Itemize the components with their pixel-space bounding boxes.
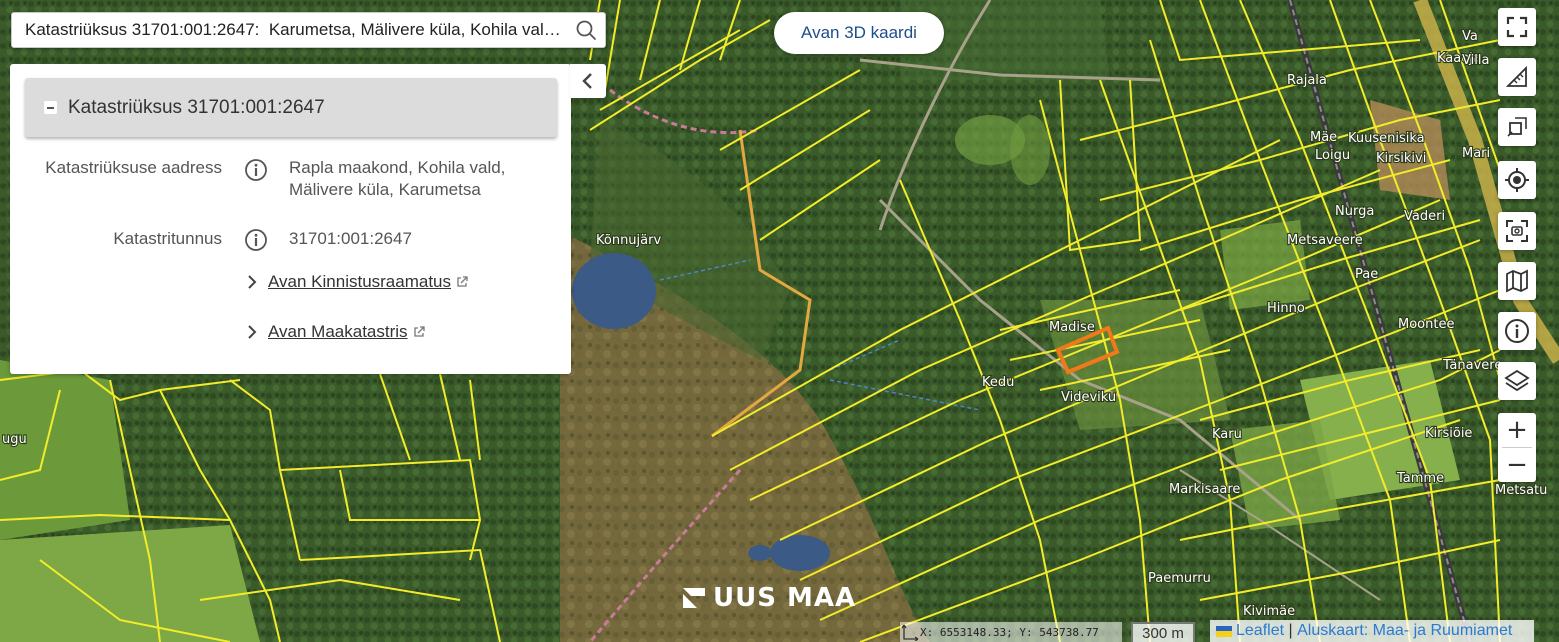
info-icon[interactable] bbox=[244, 228, 268, 252]
map-label-mari: Mari bbox=[1462, 146, 1490, 161]
map-label-kirsioie: Kirsiõie bbox=[1425, 426, 1472, 441]
kinnistusraamat-link[interactable]: Avan Kinnistusraamatus bbox=[246, 272, 468, 292]
measure-distance-button[interactable] bbox=[1498, 58, 1536, 96]
zoom-control: + − bbox=[1498, 413, 1536, 482]
chevron-right-icon bbox=[248, 325, 257, 339]
map-label-paemurru: Paemurru bbox=[1148, 571, 1211, 586]
info-icon[interactable] bbox=[244, 158, 268, 182]
logo-mark-icon bbox=[683, 588, 705, 608]
map-label-ugu: ugu bbox=[2, 432, 27, 447]
map-label-videviku: Videviku bbox=[1061, 390, 1116, 405]
scale-bar: 300 m bbox=[1131, 622, 1195, 642]
logo-text: UUS MAA bbox=[713, 583, 857, 613]
map-label-markisaare: Markisaare bbox=[1169, 482, 1240, 497]
screenshot-button[interactable] bbox=[1498, 212, 1536, 250]
layers-button[interactable] bbox=[1498, 362, 1536, 400]
map-label-kuusenisika: Kuusenisika bbox=[1348, 131, 1425, 146]
map-label-hinno: Hinno bbox=[1267, 301, 1305, 316]
ukraine-flag-icon bbox=[1216, 625, 1232, 637]
map-label-metsatu: Metsatu bbox=[1495, 483, 1547, 498]
open-3d-map-button[interactable]: Avan 3D kaardi bbox=[774, 12, 944, 54]
map-label-tamme: Tamme bbox=[1396, 471, 1444, 486]
map-label-madise: Madise bbox=[1049, 320, 1095, 335]
map-label-karu: Karu bbox=[1212, 427, 1242, 442]
map-label-konnujarv: Kõnnujärv bbox=[596, 233, 661, 248]
layers-icon bbox=[1504, 369, 1530, 392]
crosshair-icon bbox=[901, 624, 919, 641]
map-label-tanavere: Tänavere bbox=[1442, 358, 1502, 373]
coordinate-readout: X: 6553148.33; Y: 543738.77 bbox=[900, 622, 1122, 642]
locate-button[interactable] bbox=[1498, 161, 1536, 199]
collapse-minus-icon[interactable] bbox=[44, 101, 57, 114]
zoom-in-button[interactable]: + bbox=[1498, 413, 1536, 447]
external-link-icon bbox=[457, 276, 468, 287]
search-box bbox=[11, 12, 606, 48]
map-label-rajala: Rajala bbox=[1287, 73, 1327, 88]
chevron-right-icon bbox=[248, 275, 257, 289]
measure-area-button[interactable] bbox=[1498, 108, 1536, 146]
panel-title: Katastriüksus 31701:001:2647 bbox=[68, 96, 325, 118]
map-label-loigu: Loigu bbox=[1315, 148, 1350, 163]
measure-icon bbox=[1506, 66, 1527, 87]
leaflet-link[interactable]: Leaflet bbox=[1236, 622, 1284, 640]
search-icon[interactable] bbox=[575, 19, 597, 41]
map-label-vaderi: Vaderi bbox=[1404, 209, 1445, 224]
map-attribution: Leaflet | Aluskaart: Maa- ja Ruumiamet bbox=[1210, 620, 1534, 642]
map-label-metsaveere: Metsaveere bbox=[1287, 233, 1363, 248]
map-label-kedu: Kedu bbox=[982, 375, 1014, 390]
map-label-villa: Villa bbox=[1462, 53, 1489, 68]
screenshot-icon bbox=[1506, 220, 1528, 242]
map-label-kirsikivi: Kirsikivi bbox=[1376, 151, 1426, 166]
address-value-line2: Mälivere küla, Karumetsa bbox=[289, 180, 481, 199]
fullscreen-button[interactable] bbox=[1498, 8, 1536, 46]
info-icon bbox=[1505, 319, 1529, 343]
map-icon bbox=[1506, 269, 1528, 293]
basemap-button[interactable] bbox=[1498, 262, 1536, 300]
cadastral-id-value: 31701:001:2647 bbox=[289, 229, 412, 248]
uus-maa-logo: UUS MAA bbox=[683, 583, 856, 613]
locate-icon bbox=[1505, 168, 1529, 192]
address-label: Katastriüksuse aadress bbox=[45, 158, 222, 177]
map-label-pae: Pae bbox=[1355, 267, 1378, 282]
info-panel: Katastriüksus 31701:001:2647 Katastriüks… bbox=[10, 64, 571, 374]
maakataster-link[interactable]: Avan Maakatastris bbox=[246, 322, 425, 342]
cadastral-id-label: Katastritunnus bbox=[113, 229, 222, 248]
map-label-moontee: Moontee bbox=[1398, 317, 1454, 332]
panel-collapse-button[interactable] bbox=[570, 64, 606, 98]
info-button[interactable] bbox=[1498, 312, 1536, 350]
panel-header[interactable]: Katastriüksus 31701:001:2647 bbox=[25, 78, 557, 137]
chevron-left-icon bbox=[582, 73, 592, 89]
address-value-line1: Rapla maakond, Kohila vald, bbox=[289, 158, 506, 177]
zoom-out-button[interactable]: − bbox=[1498, 448, 1536, 482]
external-link-icon bbox=[413, 326, 425, 337]
maakataster-link-label[interactable]: Avan Maakatastris bbox=[268, 322, 408, 342]
kinnistusraamat-link-label[interactable]: Avan Kinnistusraamatus bbox=[268, 272, 451, 292]
map-label-kivimae: Kivimäe bbox=[1243, 604, 1295, 619]
basemap-source-link[interactable]: Aluskaart: Maa- ja Ruumiamet bbox=[1297, 622, 1512, 640]
search-input[interactable] bbox=[12, 13, 567, 47]
map-label-mae: Mäe bbox=[1310, 130, 1337, 145]
map-label-va: Va bbox=[1462, 29, 1478, 44]
address-value: Rapla maakond, Kohila vald, Mälivere kül… bbox=[289, 157, 505, 201]
fullscreen-icon bbox=[1506, 16, 1528, 38]
map-label-nurga: Nurga bbox=[1335, 204, 1374, 219]
attribution-separator: | bbox=[1284, 622, 1298, 639]
coordinate-text: X: 6553148.33; Y: 543738.77 bbox=[920, 625, 1099, 639]
area-icon bbox=[1507, 117, 1527, 137]
